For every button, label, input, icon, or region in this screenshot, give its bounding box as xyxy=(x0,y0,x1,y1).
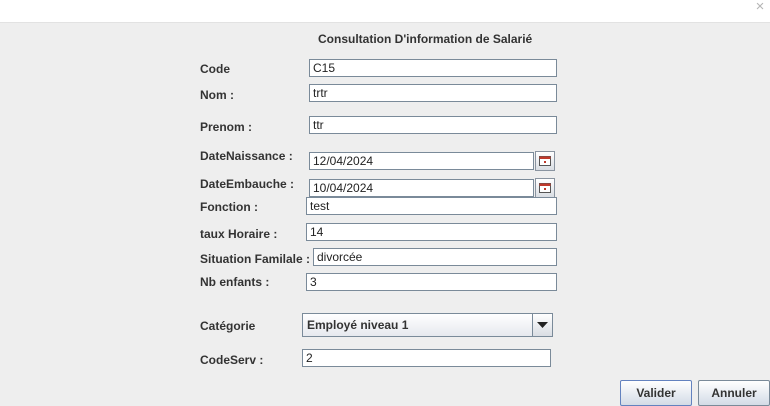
nb-enfants-label: Nb enfants : xyxy=(200,275,270,289)
window-titlebar: × xyxy=(0,0,770,23)
situation-familiale-label: Situation Familale : xyxy=(200,252,311,266)
date-embauche-field[interactable] xyxy=(309,179,534,197)
situation-familiale-field[interactable] xyxy=(313,248,557,266)
codeserv-label: CodeServ : xyxy=(200,353,264,367)
calendar-icon xyxy=(539,183,551,193)
prenom-label: Prenom : xyxy=(200,120,253,134)
code-field[interactable] xyxy=(309,59,557,77)
categorie-label: Catégorie xyxy=(200,319,256,333)
codeserv-field[interactable] xyxy=(302,349,551,367)
nom-field[interactable] xyxy=(309,84,557,102)
date-naissance-calendar-button[interactable] xyxy=(535,151,555,171)
annuler-button[interactable]: Annuler xyxy=(698,380,770,406)
fonction-label: Fonction : xyxy=(200,200,258,214)
chevron-down-icon xyxy=(537,322,548,328)
date-embauche-label: DateEmbauche : xyxy=(200,177,295,191)
code-label: Code xyxy=(200,62,230,76)
categorie-selected-value: Employé niveau 1 xyxy=(307,318,409,332)
date-naissance-label: DateNaissance : xyxy=(200,149,293,163)
categorie-select[interactable]: Employé niveau 1 xyxy=(302,313,553,337)
prenom-field[interactable] xyxy=(309,116,557,134)
categorie-dropdown-button[interactable] xyxy=(532,314,552,336)
valider-button[interactable]: Valider xyxy=(620,380,692,406)
fonction-field[interactable] xyxy=(306,197,557,215)
nb-enfants-field[interactable] xyxy=(306,273,557,291)
date-naissance-field[interactable] xyxy=(309,152,534,170)
date-embauche-calendar-button[interactable] xyxy=(535,178,555,198)
calendar-icon xyxy=(539,156,551,166)
taux-horaire-field[interactable] xyxy=(306,223,557,241)
nom-label: Nom : xyxy=(200,88,234,102)
close-icon[interactable]: × xyxy=(752,0,768,16)
page-title: Consultation D'information de Salarié xyxy=(318,32,533,46)
taux-horaire-label: taux Horaire : xyxy=(200,227,278,241)
